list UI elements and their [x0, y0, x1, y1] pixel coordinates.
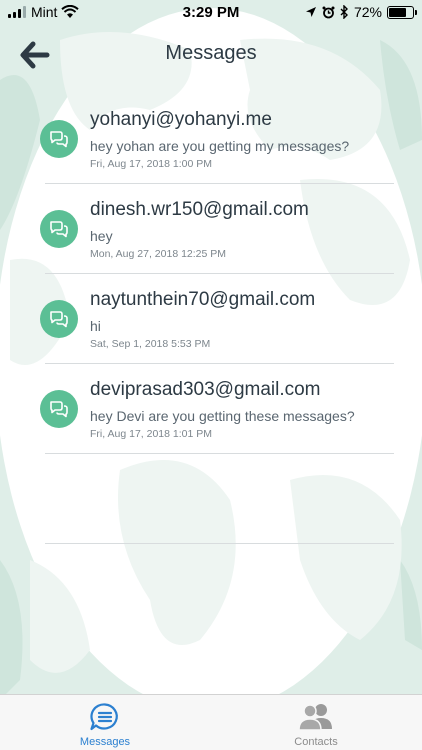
header: Messages	[0, 28, 422, 78]
avatar	[40, 210, 78, 248]
contacts-icon	[298, 704, 332, 731]
message-sender: yohanyi@yohanyi.me	[90, 109, 272, 130]
message-preview: hey yohan are you getting my messages?	[90, 138, 350, 154]
message-preview: hey Devi are you getting these messages?	[90, 408, 355, 424]
message-date: Sat, Sep 1, 2018 5:53 PM	[90, 338, 211, 350]
status-bar: Mint 3:29 PM 72%	[0, 0, 422, 24]
tab-contacts-label: Contacts	[294, 736, 338, 748]
message-date: Mon, Aug 27, 2018 12:25 PM	[90, 248, 227, 260]
message-item[interactable]: naytunthein70@gmail.com hi Sat, Sep 1, 2…	[0, 274, 422, 364]
location-arrow-icon	[305, 7, 316, 17]
message-list: yohanyi@yohanyi.me hey yohan are you get…	[0, 94, 422, 544]
bluetooth-icon	[340, 5, 348, 19]
message-preview: hey	[90, 228, 113, 244]
back-button[interactable]	[18, 40, 52, 70]
chat-bubbles-icon	[50, 131, 68, 148]
message-item[interactable]: dinesh.wr150@gmail.com hey Mon, Aug 27, …	[0, 184, 422, 274]
message-preview: hi	[90, 318, 101, 334]
alarm-clock-icon	[322, 6, 335, 18]
chat-bubbles-icon	[50, 311, 68, 328]
message-item[interactable]: deviprasad303@gmail.com hey Devi are you…	[0, 364, 422, 454]
tab-messages-label: Messages	[79, 736, 131, 748]
message-date: Fri, Aug 17, 2018 1:00 PM	[90, 158, 212, 170]
tab-messages[interactable]: Messages	[35, 695, 175, 750]
status-right: 72%	[305, 4, 417, 20]
arrow-left-icon	[20, 41, 50, 69]
page-title: Messages	[165, 42, 257, 64]
battery-percent: 72%	[353, 4, 382, 20]
avatar	[40, 390, 78, 428]
battery-icon	[387, 5, 417, 19]
battery-fill	[389, 7, 406, 17]
message-sender: dinesh.wr150@gmail.com	[90, 199, 309, 220]
message-item[interactable]: yohanyi@yohanyi.me hey yohan are you get…	[0, 94, 422, 184]
tab-contacts[interactable]: Contacts	[246, 695, 386, 750]
avatar	[40, 120, 78, 158]
empty-list-row	[0, 454, 422, 544]
message-date: Fri, Aug 17, 2018 1:01 PM	[90, 428, 212, 440]
chat-list-icon	[90, 703, 118, 731]
message-sender: naytunthein70@gmail.com	[90, 289, 316, 310]
chat-bubbles-icon	[50, 221, 68, 238]
message-sender: deviprasad303@gmail.com	[90, 379, 321, 400]
avatar	[40, 300, 78, 338]
tab-bar: Messages Contacts	[0, 694, 422, 750]
chat-bubbles-icon	[50, 401, 68, 418]
divider	[45, 543, 394, 544]
